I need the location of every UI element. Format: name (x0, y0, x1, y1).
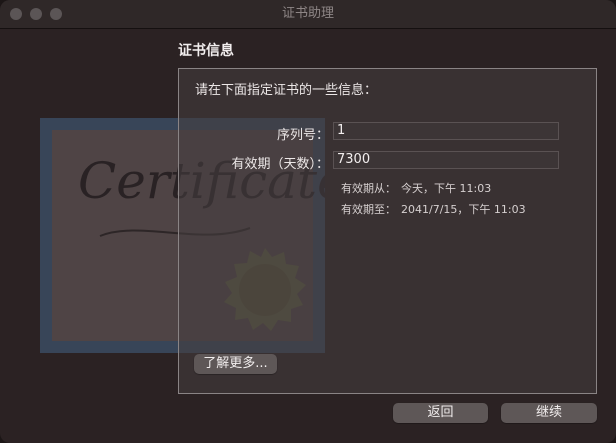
validity-days-label: 有效期（天数）： (231, 157, 329, 172)
validity-days-field[interactable]: 7300 (333, 151, 559, 169)
certificate-info-panel: 请在下面指定证书的一些信息： 序列号： 1 有效期（天数）： 7300 有效期从… (178, 68, 597, 394)
window-title: 证书助理 (281, 6, 334, 21)
learn-more-button[interactable]: 了解更多... (194, 354, 277, 374)
panel-prompt: 请在下面指定证书的一些信息： (195, 83, 378, 98)
certificate-assistant-window: 证书助理 证书信息 Certificate 请在下面指定证书的一些信息： 序列号… (0, 0, 616, 443)
valid-from-label: 有效期从： (341, 182, 396, 195)
valid-to-value: 2041/7/15，下午 11:03 (401, 203, 526, 216)
serial-number-label: 序列号： (276, 128, 329, 143)
serial-number-field[interactable]: 1 (333, 122, 559, 140)
title-bar[interactable]: 证书助理 (0, 0, 616, 29)
valid-from-value: 今天，下午 11:03 (401, 182, 492, 195)
back-button[interactable]: 返回 (393, 403, 488, 423)
section-heading: 证书信息 (178, 43, 234, 59)
continue-button[interactable]: 继续 (501, 403, 597, 423)
valid-to-label: 有效期至： (341, 203, 396, 216)
